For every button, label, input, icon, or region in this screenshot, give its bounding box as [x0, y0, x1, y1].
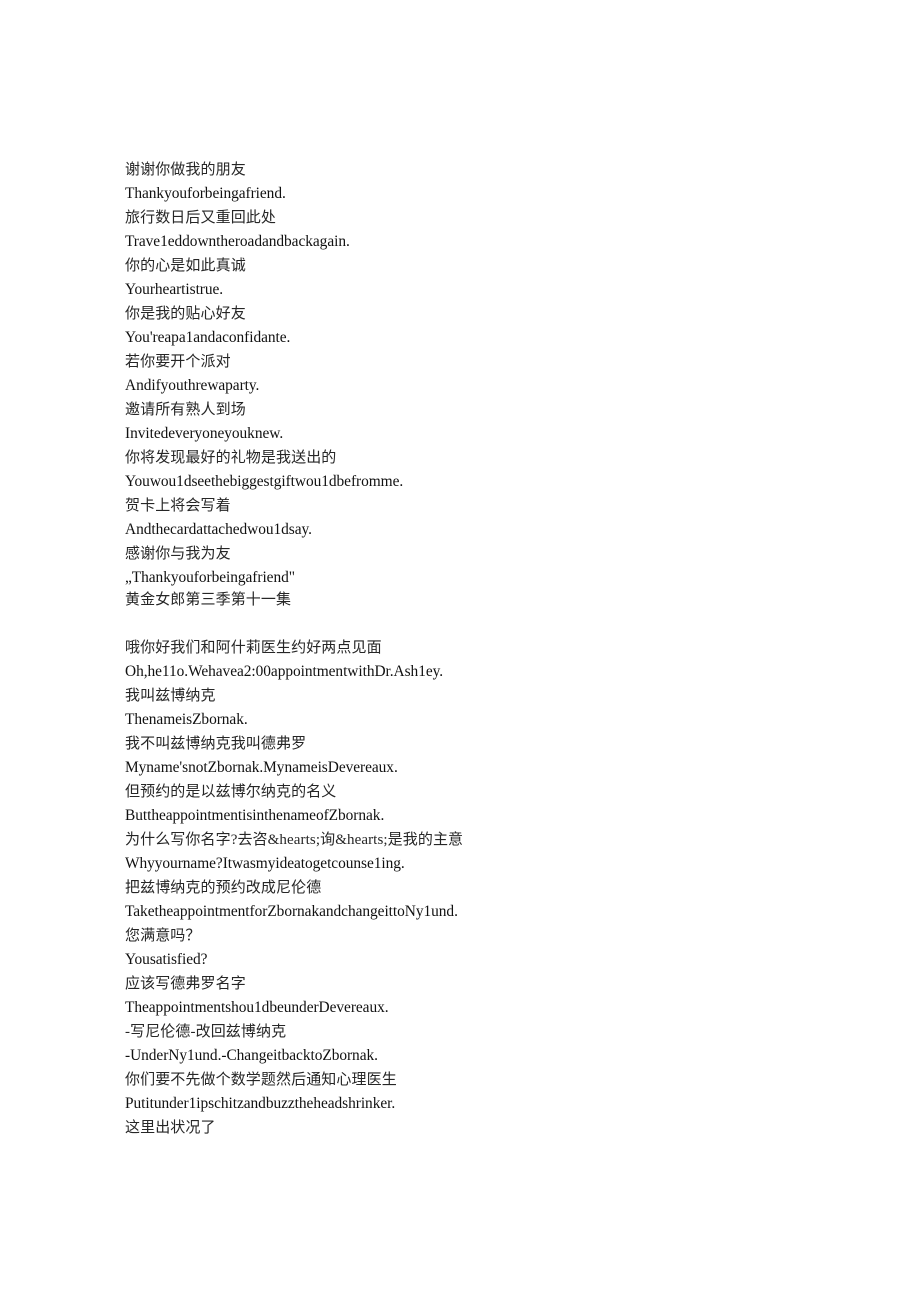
document-page: 谢谢你做我的朋友 Thankyouforbeingafriend. 旅行数日后又重回… — [0, 0, 920, 1301]
subtitle-line-zh: 若你要开个派对 — [125, 354, 231, 370]
subtitle-line-zh: 为什么写你名字?去咨&hearts;询&hearts;是我的主意 — [125, 832, 464, 848]
subtitle-line-zh: 这里出状况了 — [125, 1120, 216, 1136]
subtitle-line-zh: 你将发现最好的礼物是我送出的 — [125, 450, 337, 466]
document-text-body: 谢谢你做我的朋友 Thankyouforbeingafriend. 旅行数日后又重回… — [125, 158, 825, 1140]
subtitle-line-zh: 我叫兹博纳克 — [125, 688, 216, 704]
subtitle-line-en: Thankyouforbeingafriend. — [125, 185, 286, 202]
text-block: 哦你好我们和阿什莉医生约好两点见面 Oh,he11o.Wehavea2:00app… — [125, 636, 825, 1140]
subtitle-line-en: Andifyouthrewaparty. — [125, 377, 260, 394]
subtitle-line-en: ThenameisZbornak. — [125, 711, 248, 728]
text-block: 谢谢你做我的朋友 Thankyouforbeingafriend. 旅行数日后又重回… — [125, 158, 825, 612]
subtitle-line-en: Oh,he11o.Wehavea2:00appointmentwithDr.As… — [125, 663, 444, 680]
subtitle-line-zh: 您满意吗？ — [125, 928, 201, 944]
subtitle-line-en: Theappointmentshou1dbeunderDevereaux. — [125, 999, 389, 1016]
subtitle-line-en: Putitunder1ipschitzandbuzztheheadshrinke… — [125, 1095, 396, 1112]
subtitle-line-zh: 你们要不先做个数学题然后通知心理医生 — [125, 1072, 397, 1088]
subtitle-line-zh: -写尼伦德-改回兹博纳克 — [125, 1024, 287, 1040]
subtitle-line-zh: 我不叫兹博纳克我叫德弗罗 — [125, 736, 307, 752]
subtitle-line-zh: 邀请所有熟人到场 — [125, 402, 246, 418]
subtitle-line-en: Andthecardattachedwou1dsay. — [125, 521, 312, 538]
subtitle-line-en: Invitedeveryoneyouknew. — [125, 425, 284, 442]
subtitle-line-en: You'reapa1andaconfidante. — [125, 329, 291, 346]
subtitle-line-zh: 你是我的贴心好友 — [125, 306, 246, 322]
subtitle-line-en: -UnderNy1und.-ChangeitbacktoZbornak. — [125, 1047, 378, 1064]
subtitle-line-zh: 哦你好我们和阿什莉医生约好两点见面 — [125, 640, 382, 656]
subtitle-line-zh: 黄金女郎第三季第十一集 — [125, 592, 292, 608]
subtitle-line-en: Myname'snotZbornak.MynameisDevereaux. — [125, 759, 398, 776]
subtitle-line-en: Youwou1dseethebiggestgiftwou1dbefromme. — [125, 473, 404, 490]
subtitle-line-zh: 把兹博纳克的预约改成尼伦德 — [125, 880, 322, 896]
subtitle-line-zh: 谢谢你做我的朋友 — [125, 162, 246, 178]
subtitle-line-en: Whyyourname?Itwasmyideatogetcounse1ing. — [125, 855, 405, 872]
subtitle-line-en: Trave1eddowntheroadandbackagain. — [125, 233, 350, 250]
subtitle-line-zh: 贺卡上将会写着 — [125, 498, 231, 514]
subtitle-line-en: Yourheartistrue. — [125, 281, 224, 298]
subtitle-line-zh: 你的心是如此真诚 — [125, 258, 246, 274]
subtitle-line-zh: 应该写德弗罗名字 — [125, 976, 246, 992]
subtitle-line-zh: 但预约的是以兹博尔纳克的名义 — [125, 784, 337, 800]
subtitle-line-en: Yousatisfied? — [125, 951, 208, 968]
subtitle-line-zh: 旅行数日后又重回此处 — [125, 210, 277, 226]
subtitle-line-zh: 感谢你与我为友 — [125, 546, 231, 562]
subtitle-line-en: ButtheappointmentisinthenameofZbornak. — [125, 807, 385, 824]
subtitle-line-en: „Thankyouforbeingafriend" — [125, 569, 295, 586]
subtitle-line-en: TaketheappointmentforZbornakandchangeitt… — [125, 903, 458, 920]
